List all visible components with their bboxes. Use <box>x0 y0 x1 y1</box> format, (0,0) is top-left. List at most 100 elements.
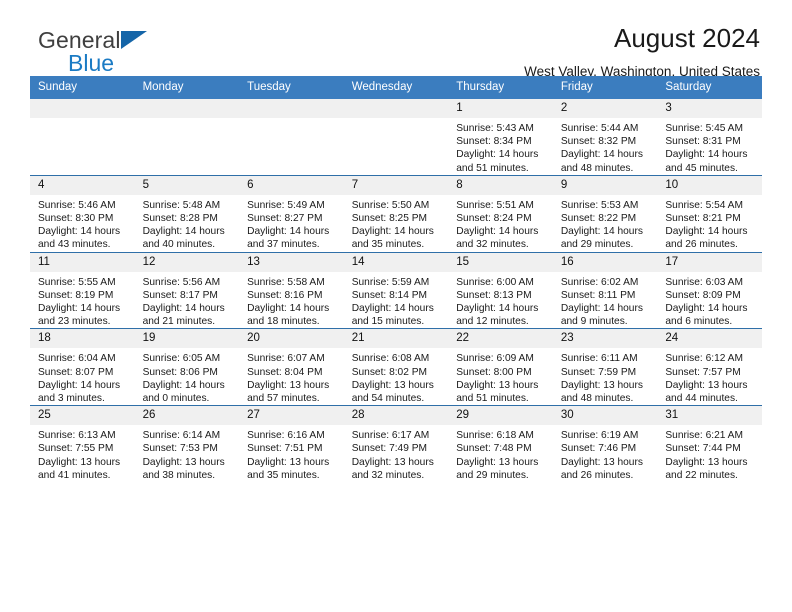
sunset-text: Sunset: 8:13 PM <box>456 289 532 301</box>
day-cell[interactable]: 12 Sunrise: 5:56 AM Sunset: 8:17 PM Dayl… <box>134 251 240 329</box>
sunset-text: Sunset: 8:14 PM <box>351 289 428 301</box>
sunrise-text: Sunrise: 5:55 AM <box>38 276 116 288</box>
day-number: 31 <box>657 406 762 426</box>
sunrise-text: Sunrise: 5:54 AM <box>665 199 743 211</box>
day-cell[interactable]: 20 Sunrise: 6:07 AM Sunset: 8:04 PM Dayl… <box>239 328 344 406</box>
day-details: Sunrise: 6:05 AM Sunset: 8:06 PM Dayligh… <box>135 348 240 405</box>
day-cell[interactable]: 5 Sunrise: 5:48 AM Sunset: 8:28 PM Dayli… <box>134 174 240 253</box>
day-details: Sunrise: 5:58 AM Sunset: 8:16 PM Dayligh… <box>239 272 344 329</box>
day-cell[interactable]: 29 Sunrise: 6:18 AM Sunset: 7:48 PM Dayl… <box>448 405 553 483</box>
day-cell[interactable]: 19 Sunrise: 6:05 AM Sunset: 8:06 PM Dayl… <box>134 328 240 406</box>
day-cell[interactable] <box>30 99 135 175</box>
day-details: Sunrise: 5:44 AM Sunset: 8:32 PM Dayligh… <box>553 118 658 175</box>
day-number: 19 <box>134 329 240 349</box>
sunset-text: Sunset: 7:59 PM <box>560 366 637 378</box>
day-cell[interactable] <box>134 99 240 175</box>
day-cell[interactable]: 28 Sunrise: 6:17 AM Sunset: 7:49 PM Dayl… <box>343 405 449 483</box>
day-cell[interactable]: 30 Sunrise: 6:19 AM Sunset: 7:46 PM Dayl… <box>552 405 658 483</box>
day-cell[interactable]: 21 Sunrise: 6:08 AM Sunset: 8:02 PM Dayl… <box>343 328 449 406</box>
calendar-body: 1 Sunrise: 5:43 AM Sunset: 8:34 PM Dayli… <box>30 99 762 483</box>
logo-text-blue: Blue <box>68 50 115 76</box>
daylight-text-line1: Daylight: 13 hours <box>247 456 330 468</box>
sunset-text: Sunset: 8:19 PM <box>38 289 114 301</box>
weekday-header-row: Sunday Monday Tuesday Wednesday Thursday… <box>30 76 762 99</box>
week-row: 1 Sunrise: 5:43 AM Sunset: 8:34 PM Dayli… <box>30 99 762 175</box>
day-number: 11 <box>30 253 135 272</box>
day-number: 6 <box>239 176 344 195</box>
sunset-text: Sunset: 8:21 PM <box>665 213 741 225</box>
day-number: 13 <box>239 253 344 272</box>
day-cell[interactable]: 7 Sunrise: 5:50 AM Sunset: 8:25 PM Dayli… <box>343 174 449 253</box>
daylight-text-line1: Daylight: 13 hours <box>456 379 539 391</box>
sunset-text: Sunset: 8:32 PM <box>560 136 637 148</box>
sunset-text: Sunset: 8:24 PM <box>456 213 532 225</box>
sunrise-text: Sunrise: 6:04 AM <box>38 353 116 365</box>
sunrise-text: Sunrise: 6:13 AM <box>38 430 116 442</box>
daylight-text-line2: and 51 minutes. <box>456 393 529 405</box>
daylight-text-line2: and 12 minutes. <box>456 316 529 328</box>
daylight-text-line2: and 23 minutes. <box>38 316 111 328</box>
day-cell[interactable]: 1 Sunrise: 5:43 AM Sunset: 8:34 PM Dayli… <box>448 99 553 175</box>
day-number: 24 <box>657 329 762 349</box>
day-cell[interactable]: 16 Sunrise: 6:02 AM Sunset: 8:11 PM Dayl… <box>552 251 658 329</box>
daylight-text-line2: and 41 minutes. <box>38 469 111 481</box>
daylight-text-line1: Daylight: 14 hours <box>665 303 748 315</box>
day-number: 15 <box>448 253 553 272</box>
day-cell[interactable]: 14 Sunrise: 5:59 AM Sunset: 8:14 PM Dayl… <box>343 251 449 329</box>
sunrise-text: Sunrise: 5:49 AM <box>247 199 325 211</box>
day-cell[interactable]: 24 Sunrise: 6:12 AM Sunset: 7:57 PM Dayl… <box>657 328 762 406</box>
day-cell[interactable]: 9 Sunrise: 5:53 AM Sunset: 8:22 PM Dayli… <box>552 174 658 253</box>
day-cell[interactable]: 17 Sunrise: 6:03 AM Sunset: 8:09 PM Dayl… <box>657 251 762 329</box>
day-cell[interactable]: 31 Sunrise: 6:21 AM Sunset: 7:44 PM Dayl… <box>657 405 762 483</box>
day-cell[interactable]: 8 Sunrise: 5:51 AM Sunset: 8:24 PM Dayli… <box>448 174 553 253</box>
daylight-text-line2: and 51 minutes. <box>456 162 529 174</box>
day-details: Sunrise: 6:12 AM Sunset: 7:57 PM Dayligh… <box>657 348 762 405</box>
day-cell[interactable]: 10 Sunrise: 5:54 AM Sunset: 8:21 PM Dayl… <box>657 174 762 253</box>
day-cell[interactable]: 11 Sunrise: 5:55 AM Sunset: 8:19 PM Dayl… <box>30 251 135 329</box>
day-details: Sunrise: 5:54 AM Sunset: 8:21 PM Dayligh… <box>657 195 762 252</box>
sunset-text: Sunset: 7:48 PM <box>456 443 532 455</box>
day-cell[interactable]: 26 Sunrise: 6:14 AM Sunset: 7:53 PM Dayl… <box>134 405 240 483</box>
weekday-saturday: Saturday <box>657 76 762 99</box>
weekday-monday: Monday <box>134 76 240 99</box>
day-cell[interactable]: 18 Sunrise: 6:04 AM Sunset: 8:07 PM Dayl… <box>30 328 135 406</box>
daylight-text-line2: and 18 minutes. <box>247 316 320 328</box>
daylight-text-line2: and 57 minutes. <box>247 393 320 405</box>
daylight-text-line2: and 21 minutes. <box>142 316 216 328</box>
day-number: 1 <box>448 99 553 118</box>
day-details: Sunrise: 6:18 AM Sunset: 7:48 PM Dayligh… <box>448 425 553 482</box>
day-cell[interactable]: 25 Sunrise: 6:13 AM Sunset: 7:55 PM Dayl… <box>30 405 135 483</box>
sunset-text: Sunset: 8:27 PM <box>247 213 323 225</box>
daylight-text-line2: and 29 minutes. <box>456 469 529 481</box>
day-number: 5 <box>134 176 240 195</box>
logo-triangle-icon <box>120 31 147 49</box>
sunrise-text: Sunrise: 5:45 AM <box>665 123 743 134</box>
sunrise-text: Sunrise: 6:11 AM <box>560 353 638 365</box>
day-cell[interactable]: 2 Sunrise: 5:44 AM Sunset: 8:32 PM Dayli… <box>552 99 658 175</box>
day-details <box>344 118 449 122</box>
day-cell[interactable]: 27 Sunrise: 6:16 AM Sunset: 7:51 PM Dayl… <box>239 405 344 483</box>
day-cell[interactable] <box>343 99 449 175</box>
weekday-sunday: Sunday <box>30 76 135 99</box>
day-number: 29 <box>448 406 553 426</box>
day-details: Sunrise: 6:16 AM Sunset: 7:51 PM Dayligh… <box>239 425 344 482</box>
daylight-text-line2: and 32 minutes. <box>351 469 425 481</box>
day-cell[interactable]: 6 Sunrise: 5:49 AM Sunset: 8:27 PM Dayli… <box>239 174 344 253</box>
day-cell[interactable]: 23 Sunrise: 6:11 AM Sunset: 7:59 PM Dayl… <box>552 328 658 406</box>
day-cell[interactable]: 4 Sunrise: 5:46 AM Sunset: 8:30 PM Dayli… <box>30 174 135 253</box>
generalblue-logo[interactable]: General Blue <box>38 28 228 76</box>
sunrise-text: Sunrise: 5:56 AM <box>142 276 221 288</box>
sunrise-text: Sunrise: 6:16 AM <box>247 430 325 442</box>
day-cell[interactable]: 22 Sunrise: 6:09 AM Sunset: 8:00 PM Dayl… <box>448 328 553 406</box>
day-cell[interactable]: 3 Sunrise: 5:45 AM Sunset: 8:31 PM Dayli… <box>657 99 762 175</box>
daylight-text-line2: and 45 minutes. <box>665 162 738 174</box>
day-cell[interactable] <box>239 99 344 175</box>
daylight-text-line2: and 44 minutes. <box>665 393 738 405</box>
sunset-text: Sunset: 7:53 PM <box>142 443 218 455</box>
day-cell[interactable]: 15 Sunrise: 6:00 AM Sunset: 8:13 PM Dayl… <box>448 251 553 329</box>
day-number <box>343 99 449 118</box>
day-number: 26 <box>134 406 240 426</box>
day-cell[interactable]: 13 Sunrise: 5:58 AM Sunset: 8:16 PM Dayl… <box>239 251 344 329</box>
week-row: 25 Sunrise: 6:13 AM Sunset: 7:55 PM Dayl… <box>30 405 762 483</box>
daylight-text-line1: Daylight: 13 hours <box>38 456 121 468</box>
